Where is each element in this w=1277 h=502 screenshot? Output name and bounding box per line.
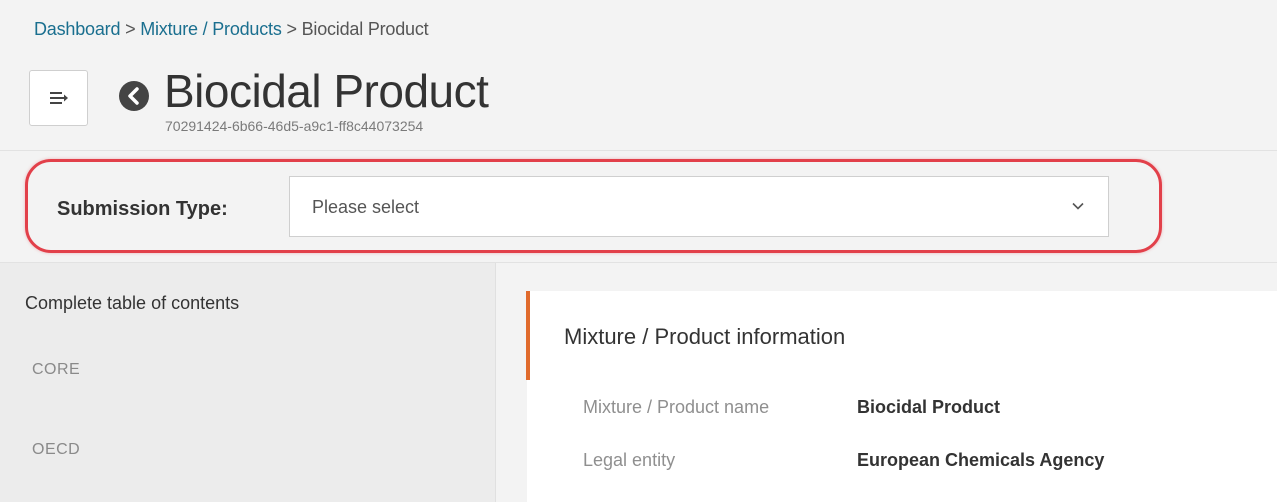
field-value-legal-entity: European Chemicals Agency — [857, 450, 1105, 470]
breadcrumb-dashboard[interactable]: Dashboard — [34, 19, 120, 39]
menu-arrow-icon — [49, 92, 68, 104]
back-circle-icon[interactable] — [118, 80, 150, 112]
field-label-product-name: Mixture / Product name — [583, 397, 770, 417]
breadcrumb-current: Biocidal Product — [301, 19, 429, 39]
breadcrumb-separator: > — [286, 19, 297, 39]
toc-item-oecd[interactable]: OECD — [32, 441, 80, 459]
breadcrumb-separator: > — [125, 19, 136, 39]
page-title: Biocidal Product — [164, 65, 489, 117]
entity-uuid: 70291424-6b66-46d5-a9c1-ff8c44073254 — [165, 118, 424, 134]
submission-type-label: Submission Type: — [57, 198, 228, 220]
card-accent-bar — [526, 291, 530, 380]
menu-toggle-button[interactable] — [29, 70, 88, 126]
toc-item-core[interactable]: CORE — [32, 361, 80, 379]
breadcrumb-mixture-products[interactable]: Mixture / Products — [140, 19, 282, 39]
breadcrumb: Dashboard > Mixture / Products > Biocida… — [34, 19, 429, 40]
toc-sidebar: Complete table of contents CORE OECD — [0, 263, 496, 502]
chevron-down-icon — [1072, 202, 1084, 210]
submission-type-placeholder: Please select — [312, 197, 420, 217]
section-title: Mixture / Product information — [564, 324, 846, 349]
field-label-legal-entity: Legal entity — [583, 450, 676, 470]
field-value-product-name: Biocidal Product — [857, 397, 1001, 417]
toc-title: Complete table of contents — [25, 293, 240, 313]
submission-type-select[interactable]: Please select — [289, 176, 1109, 237]
